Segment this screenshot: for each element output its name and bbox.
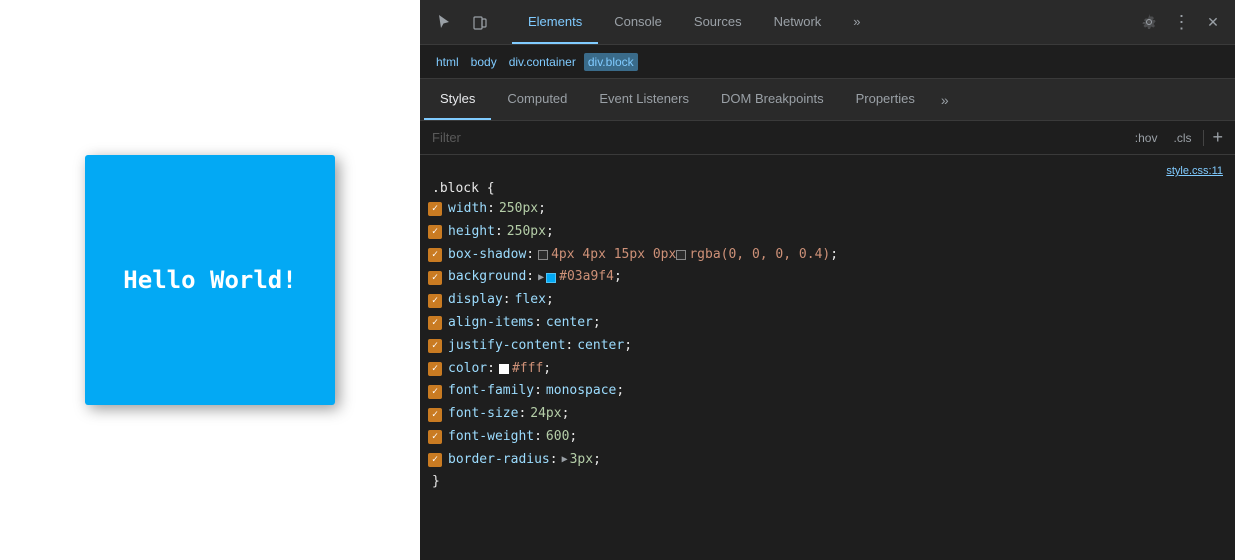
tab-elements[interactable]: Elements xyxy=(512,0,598,44)
property-box-shadow[interactable]: ✓ box-shadow: 4px 4px 15px 0px rgba(0, 0… xyxy=(420,244,1235,267)
tab-network[interactable]: Network xyxy=(758,0,838,44)
tab-properties[interactable]: Properties xyxy=(840,79,931,120)
property-checkbox-align-items[interactable]: ✓ xyxy=(428,316,442,330)
property-font-weight[interactable]: ✓ font-weight: 600; xyxy=(420,426,1235,449)
property-checkbox-border-radius[interactable]: ✓ xyxy=(428,453,442,467)
property-checkbox-width[interactable]: ✓ xyxy=(428,202,442,216)
devtools-toolbar: Elements Console Sources Network » xyxy=(420,0,1235,45)
shadow-indicator[interactable] xyxy=(538,250,548,260)
more-tabs-icon: » xyxy=(853,14,860,29)
property-font-family[interactable]: ✓ font-family: monospace; xyxy=(420,380,1235,403)
property-checkbox-background[interactable]: ✓ xyxy=(428,271,442,285)
expand-background-icon[interactable]: ▶ xyxy=(538,270,544,286)
menu-button[interactable]: ⋮ xyxy=(1167,8,1195,36)
filter-input[interactable] xyxy=(432,130,1131,145)
breadcrumb-block[interactable]: div.block xyxy=(584,53,638,71)
breadcrumb-container[interactable]: div.container xyxy=(505,53,580,71)
add-style-button[interactable]: + xyxy=(1212,127,1223,148)
property-justify-content[interactable]: ✓ justify-content: center; xyxy=(420,335,1235,358)
expand-border-radius-icon[interactable]: ▶ xyxy=(562,452,568,468)
property-background[interactable]: ✓ background: ▶ #03a9f4; xyxy=(420,266,1235,289)
property-checkbox-font-weight[interactable]: ✓ xyxy=(428,430,442,444)
property-checkbox-height[interactable]: ✓ xyxy=(428,225,442,239)
tab-computed[interactable]: Computed xyxy=(491,79,583,120)
cls-button[interactable]: .cls xyxy=(1169,129,1195,147)
property-color[interactable]: ✓ color: #fff; xyxy=(420,358,1235,381)
device-icon[interactable] xyxy=(464,6,496,38)
more-tabs-icon[interactable]: » xyxy=(933,92,957,108)
filter-divider xyxy=(1203,130,1204,146)
styles-sub-tabs: Styles Computed Event Listeners DOM Brea… xyxy=(420,79,1235,121)
property-checkbox-color[interactable]: ✓ xyxy=(428,362,442,376)
property-display[interactable]: ✓ display: flex; xyxy=(420,289,1235,312)
property-align-items[interactable]: ✓ align-items: center; xyxy=(420,312,1235,335)
tab-event-listeners[interactable]: Event Listeners xyxy=(583,79,705,120)
breadcrumb: html body div.container div.block xyxy=(420,45,1235,79)
color-swatch-blue[interactable] xyxy=(546,273,556,283)
property-width[interactable]: ✓ width: 250px; xyxy=(420,198,1235,221)
devtools-main-tabs: Elements Console Sources Network » xyxy=(512,0,1127,44)
property-border-radius[interactable]: ✓ border-radius: ▶ 3px; xyxy=(420,449,1235,472)
tab-more[interactable]: » xyxy=(837,0,876,44)
settings-button[interactable] xyxy=(1135,8,1163,36)
property-checkbox-box-shadow[interactable]: ✓ xyxy=(428,248,442,262)
property-checkbox-justify-content[interactable]: ✓ xyxy=(428,339,442,353)
property-checkbox-display[interactable]: ✓ xyxy=(428,294,442,308)
property-font-size[interactable]: ✓ font-size: 24px; xyxy=(420,403,1235,426)
toolbar-right-actions: ⋮ ✕ xyxy=(1135,8,1227,36)
tab-sources[interactable]: Sources xyxy=(678,0,758,44)
breadcrumb-html[interactable]: html xyxy=(432,53,463,71)
color-swatch-shadow[interactable] xyxy=(676,250,686,260)
menu-icon: ⋮ xyxy=(1173,12,1190,33)
devtools-panel: Elements Console Sources Network » xyxy=(420,0,1235,560)
rule-close: } xyxy=(420,472,1235,491)
tab-console[interactable]: Console xyxy=(598,0,678,44)
hov-button[interactable]: :hov xyxy=(1131,129,1162,147)
tab-styles[interactable]: Styles xyxy=(424,79,491,120)
property-checkbox-font-family[interactable]: ✓ xyxy=(428,385,442,399)
css-rules-panel: style.css:11 .block { ✓ width: 250px; ✓ … xyxy=(420,155,1235,560)
close-button[interactable]: ✕ xyxy=(1199,8,1227,36)
close-icon: ✕ xyxy=(1207,14,1219,31)
webpage-preview: Hello World! xyxy=(0,0,420,560)
breadcrumb-body[interactable]: body xyxy=(467,53,501,71)
cursor-icon[interactable] xyxy=(428,6,460,38)
filter-bar: :hov .cls + xyxy=(420,121,1235,155)
preview-box: Hello World! xyxy=(85,155,335,405)
hello-text: Hello World! xyxy=(123,266,296,294)
tab-dom-breakpoints[interactable]: DOM Breakpoints xyxy=(705,79,840,120)
rule-source[interactable]: style.css:11 xyxy=(420,161,1235,177)
color-swatch-white[interactable] xyxy=(499,364,509,374)
property-height[interactable]: ✓ height: 250px; xyxy=(420,221,1235,244)
filter-actions: :hov .cls + xyxy=(1131,127,1223,148)
toolbar-icons xyxy=(428,6,496,38)
property-checkbox-font-size[interactable]: ✓ xyxy=(428,408,442,422)
rule-selector[interactable]: .block { xyxy=(420,179,1235,198)
